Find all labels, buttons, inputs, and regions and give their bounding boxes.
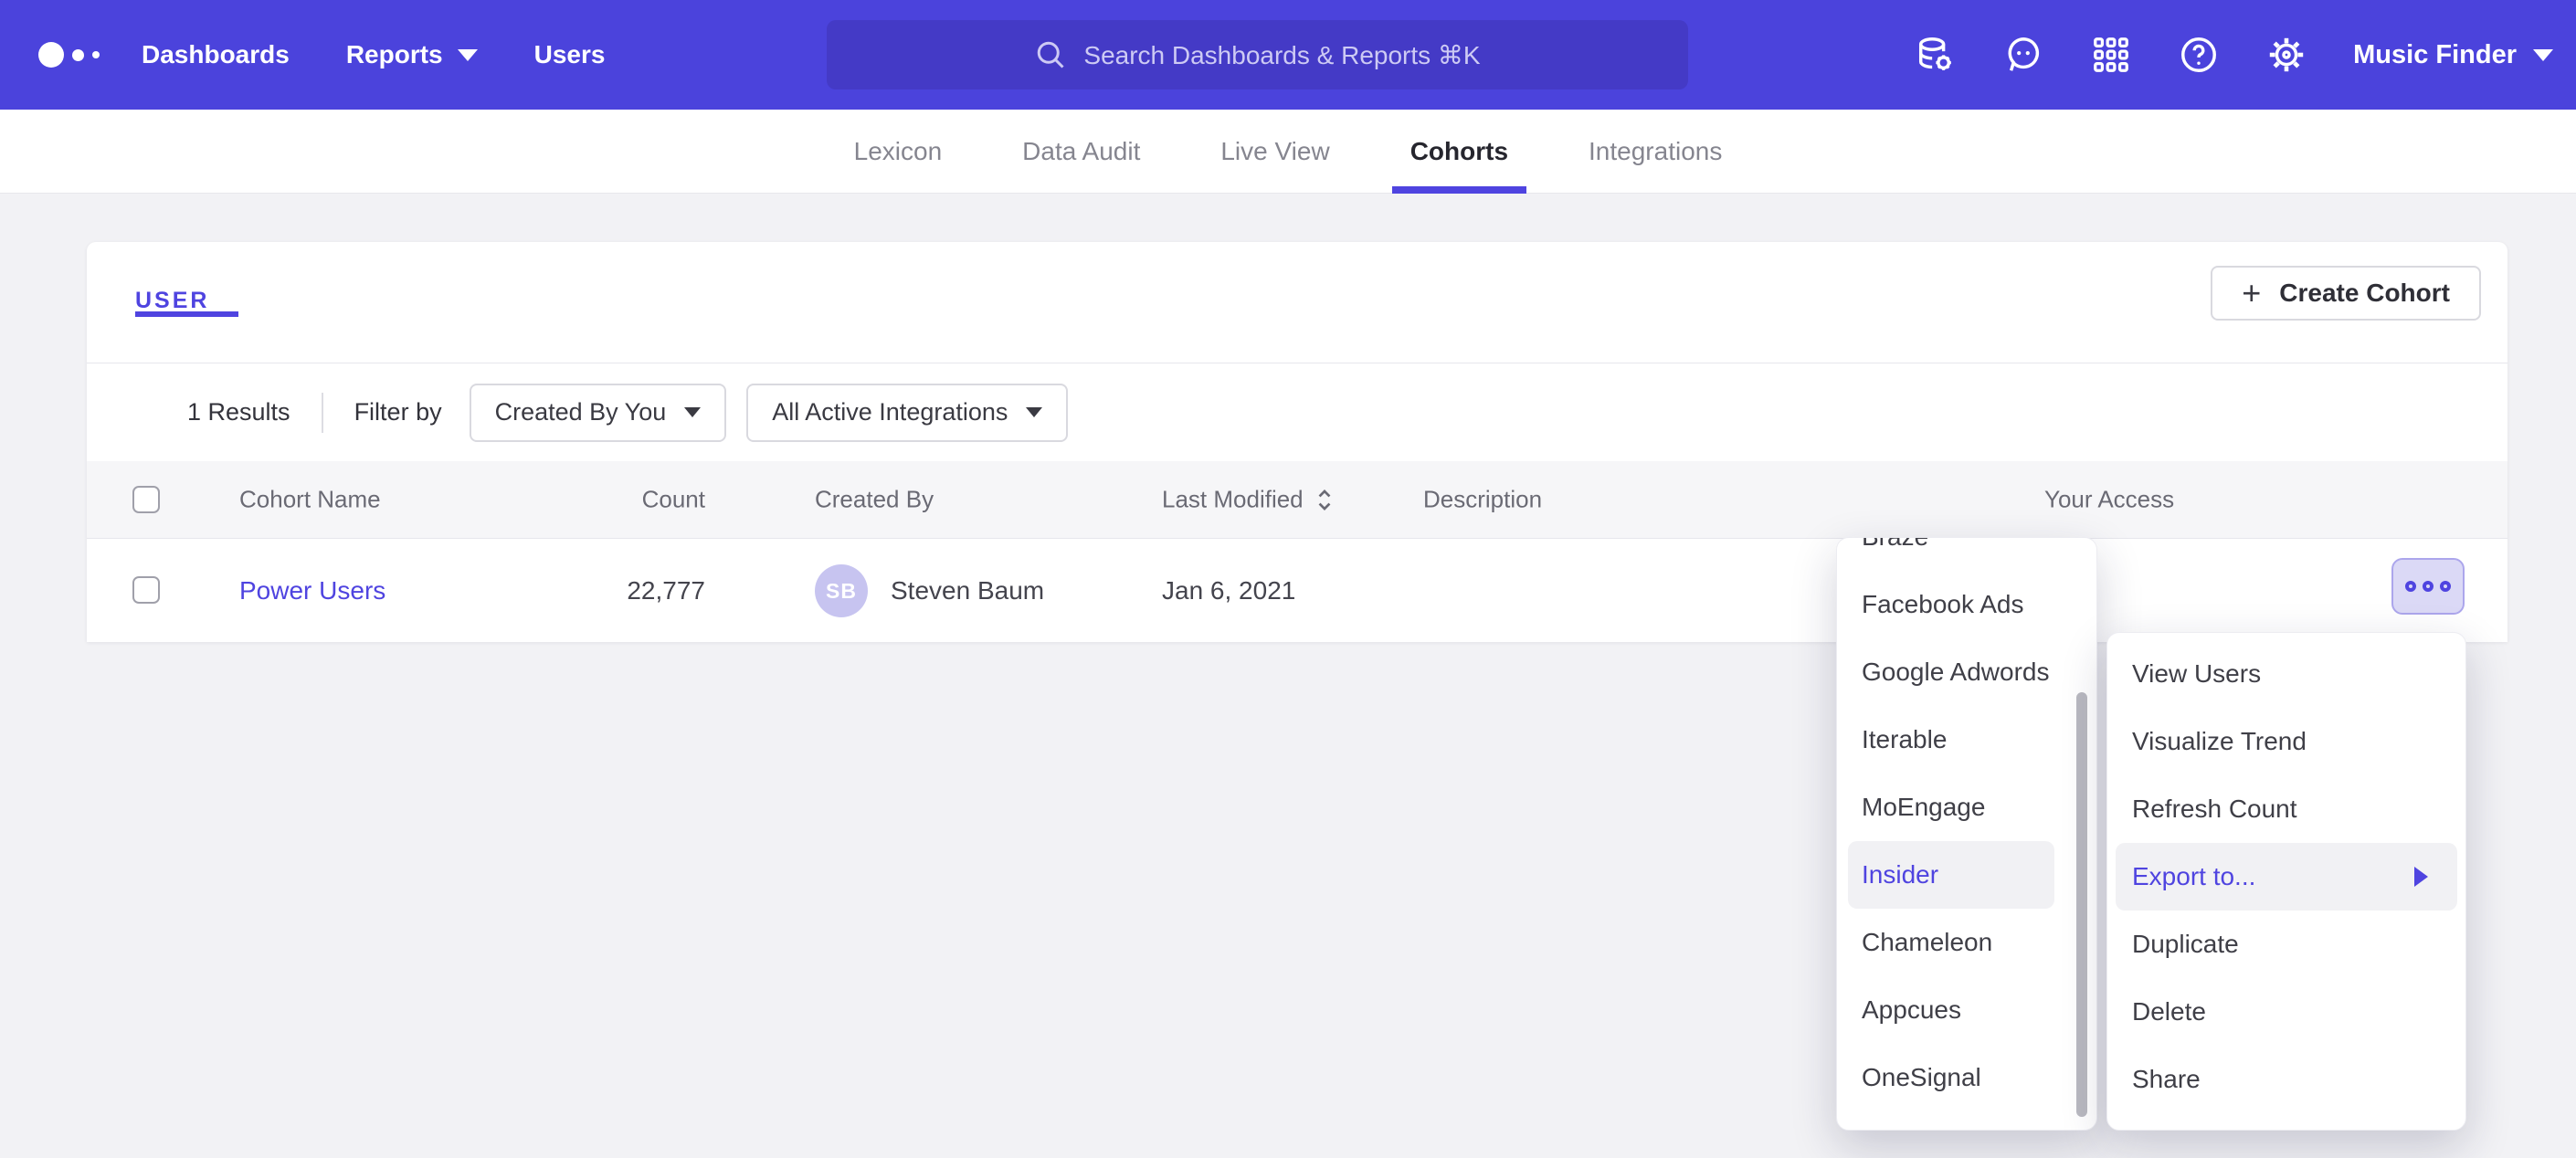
filter-toolbar: 1 Results Filter by Created By You All A…	[87, 363, 2507, 461]
select-all-checkbox[interactable]	[132, 486, 160, 513]
nav-reports-label: Reports	[346, 40, 443, 69]
workspace-switcher[interactable]: Music Finder	[2353, 40, 2553, 70]
integrations-filter-dropdown[interactable]: All Active Integrations	[746, 384, 1068, 442]
header-description[interactable]: Description	[1423, 486, 1542, 514]
table-row[interactable]: Power Users 22,777 SB Steven Baum Jan 6,…	[87, 539, 2507, 642]
nav-users-label: Users	[534, 40, 606, 69]
last-modified-date: Jan 6, 2021	[1162, 576, 1295, 605]
nav-utilities: Music Finder	[1915, 0, 2553, 110]
more-dot-icon	[2440, 581, 2451, 592]
row-context-menu: View Users Visualize Trend Refresh Count…	[2106, 632, 2466, 1131]
table-header-row: Cohort Name Count Created By Last Modifi…	[87, 461, 2507, 539]
primary-nav: Dashboards Reports Users	[142, 0, 605, 110]
submenu-item-appcues[interactable]: Appcues	[1837, 976, 2096, 1044]
workspace-name: Music Finder	[2353, 40, 2517, 70]
avatar: SB	[815, 564, 868, 617]
panel-tab-row: USER + Create Cohort	[87, 242, 2507, 363]
submenu-scrollbar[interactable]	[2076, 692, 2087, 1117]
submenu-item-onesignal[interactable]: OneSignal	[1837, 1044, 2096, 1111]
create-cohort-label: Create Cohort	[2279, 279, 2450, 308]
section-tabs: Lexicon Data Audit Live View Cohorts Int…	[0, 110, 2576, 194]
menu-item-visualize-trend[interactable]: Visualize Trend	[2107, 708, 2465, 775]
sort-icon	[1314, 486, 1335, 513]
menu-item-delete[interactable]: Delete	[2107, 978, 2465, 1046]
search-icon	[1034, 38, 1067, 71]
created-by-name: Steven Baum	[891, 576, 1044, 605]
help-icon[interactable]	[2178, 34, 2220, 76]
chevron-down-icon	[2533, 49, 2553, 61]
tab-cohorts[interactable]: Cohorts	[1405, 110, 1514, 194]
chevron-down-icon	[458, 49, 478, 61]
submenu-item-insider[interactable]: Insider	[1848, 841, 2054, 909]
settings-gear-icon[interactable]	[2265, 34, 2307, 76]
data-governance-icon[interactable]	[1915, 34, 1957, 76]
tab-live-view[interactable]: Live View	[1215, 110, 1335, 194]
tab-integrations[interactable]: Integrations	[1583, 110, 1727, 194]
app-screen: Dashboards Reports Users Search Dashboar…	[0, 0, 2576, 1158]
created-by-filter-value: Created By You	[495, 398, 667, 426]
apps-grid-icon[interactable]	[2090, 34, 2132, 76]
row-more-actions-button[interactable]	[2391, 558, 2465, 615]
header-your-access[interactable]: Your Access	[2044, 486, 2174, 514]
divider	[322, 393, 323, 433]
global-search-placeholder: Search Dashboards & Reports ⌘K	[1083, 40, 1480, 70]
nav-dashboards[interactable]: Dashboards	[142, 40, 290, 69]
submenu-arrow-icon	[2414, 867, 2428, 887]
more-dot-icon	[2423, 581, 2433, 592]
top-nav: Dashboards Reports Users Search Dashboar…	[0, 0, 2576, 110]
chevron-down-icon	[684, 407, 701, 417]
submenu-item-moengage[interactable]: MoEngage	[1837, 774, 2096, 841]
filter-by-label: Filter by	[354, 398, 442, 426]
tab-user-cohorts[interactable]: USER	[135, 288, 209, 314]
submenu-item-braze[interactable]: Braze	[1837, 537, 2096, 571]
mixpanel-logo-icon[interactable]	[38, 0, 100, 110]
submenu-item-iterable[interactable]: Iterable	[1837, 706, 2096, 774]
cohort-name-link[interactable]: Power Users	[239, 576, 385, 605]
nav-users[interactable]: Users	[534, 40, 606, 69]
submenu-item-google-adwords[interactable]: Google Adwords	[1837, 638, 2096, 706]
tab-lexicon[interactable]: Lexicon	[849, 110, 948, 194]
nav-dashboards-label: Dashboards	[142, 40, 290, 69]
global-search[interactable]: Search Dashboards & Reports ⌘K	[827, 20, 1688, 89]
chevron-down-icon	[1026, 407, 1042, 417]
header-count[interactable]: Count	[598, 486, 705, 514]
active-tab-underline	[135, 311, 238, 317]
plus-icon: +	[2242, 277, 2261, 310]
results-count: 1 Results	[187, 398, 290, 426]
header-last-modified-label: Last Modified	[1162, 486, 1304, 514]
header-created-by[interactable]: Created By	[815, 486, 934, 514]
menu-item-export-to[interactable]: Export to...	[2116, 843, 2457, 911]
cohort-count: 22,777	[598, 576, 705, 605]
create-cohort-button[interactable]: + Create Cohort	[2211, 266, 2481, 321]
menu-item-duplicate[interactable]: Duplicate	[2107, 911, 2465, 978]
more-dot-icon	[2405, 581, 2416, 592]
cohorts-panel: USER + Create Cohort 1 Results Filter by…	[87, 242, 2507, 642]
header-last-modified[interactable]: Last Modified	[1162, 486, 1335, 514]
row-checkbox[interactable]	[132, 576, 160, 604]
menu-item-refresh-count[interactable]: Refresh Count	[2107, 775, 2465, 843]
menu-item-view-users[interactable]: View Users	[2107, 640, 2465, 708]
export-to-submenu: Braze Facebook Ads Google Adwords Iterab…	[1836, 537, 2097, 1131]
tab-data-audit[interactable]: Data Audit	[1017, 110, 1145, 194]
header-cohort-name[interactable]: Cohort Name	[239, 486, 381, 514]
created-by-filter-dropdown[interactable]: Created By You	[470, 384, 727, 442]
tab-user-label: USER	[135, 288, 209, 313]
nav-reports[interactable]: Reports	[346, 40, 478, 69]
menu-item-export-to-label: Export to...	[2132, 862, 2255, 891]
submenu-item-chameleon[interactable]: Chameleon	[1837, 909, 2096, 976]
menu-item-share[interactable]: Share	[2107, 1046, 2465, 1113]
integrations-filter-value: All Active Integrations	[772, 398, 1008, 426]
feedback-icon[interactable]	[2002, 34, 2044, 76]
submenu-item-facebook-ads[interactable]: Facebook Ads	[1837, 571, 2096, 638]
